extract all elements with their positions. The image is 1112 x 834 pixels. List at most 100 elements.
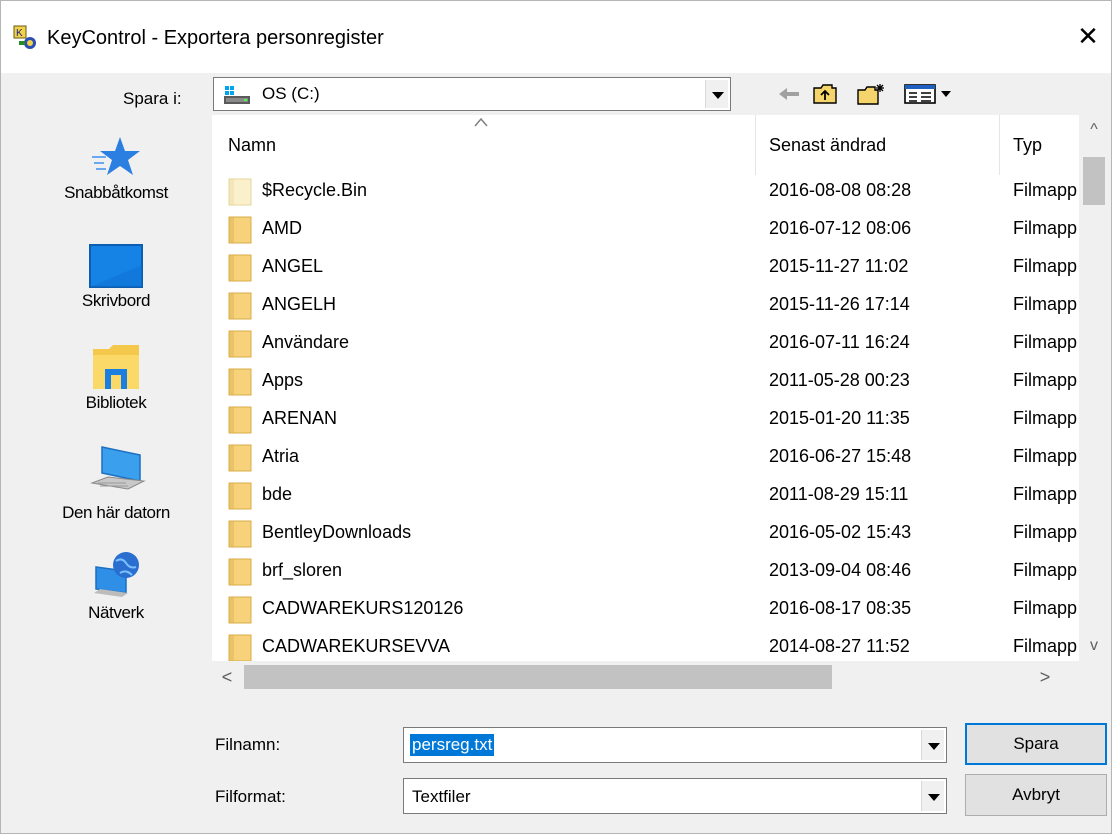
file-name: BentleyDownloads (262, 522, 412, 542)
place-network[interactable]: Nätverk (31, 549, 201, 623)
folder-icon (228, 634, 252, 662)
file-modified: 2014-08-27 11:52 (769, 636, 910, 656)
place-label: Den här datorn (62, 503, 170, 522)
folder-icon (228, 482, 252, 510)
file-modified: 2016-06-27 15:48 (769, 446, 912, 466)
cancel-button[interactable]: Avbryt (965, 774, 1107, 816)
place-label: Snabbåtkomst (64, 183, 168, 202)
save-in-combobox[interactable]: OS (C:) (213, 77, 731, 111)
scroll-left-arrow-icon[interactable]: < (212, 661, 242, 693)
file-modified: 2015-11-27 11:02 (769, 256, 909, 276)
network-icon (94, 552, 139, 597)
file-row[interactable]: bde 2011-08-29 15:11 Filmapp (212, 476, 1077, 514)
up-folder-icon (813, 84, 837, 104)
file-modified: 2011-08-29 15:11 (769, 484, 909, 504)
svg-text:K: K (16, 28, 23, 39)
file-name: brf_sloren (262, 560, 343, 580)
file-row[interactable]: BentleyDownloads 2016-05-02 15:43 Filmapp (212, 514, 1077, 552)
place-quick-access[interactable]: Snabbåtkomst (31, 131, 201, 203)
file-type: Filmapp (1013, 370, 1077, 390)
place-desktop[interactable]: Skrivbord (31, 241, 201, 311)
column-header-name[interactable]: Namn (212, 115, 755, 175)
places-bar: Snabbåtkomst Skrivbord Bibliotek Den här… (31, 123, 201, 663)
file-modified: 2016-08-17 08:35 (769, 598, 912, 618)
file-modified: 2013-09-04 08:46 (769, 560, 912, 580)
column-type-label: Typ (1013, 135, 1043, 155)
chevron-down-icon[interactable] (921, 730, 944, 760)
folder-icon (228, 216, 252, 244)
close-button[interactable]: ✕ (1065, 15, 1111, 59)
file-type: Filmapp (1013, 294, 1077, 314)
file-modified: 2016-08-08 08:28 (769, 180, 912, 200)
file-row[interactable]: ANGELH 2015-11-26 17:14 Filmapp (212, 286, 1077, 324)
fileformat-value: Textfiler (412, 787, 471, 806)
chevron-down-icon[interactable] (705, 80, 728, 108)
view-menu-button[interactable] (899, 81, 959, 107)
place-label: Skrivbord (81, 291, 151, 310)
fileformat-label: Filformat: (215, 787, 286, 806)
file-row[interactable]: $Recycle.Bin 2016-08-08 08:28 Filmapp (212, 172, 1077, 210)
vertical-scrollbar[interactable]: ^ v (1079, 115, 1109, 661)
place-this-pc[interactable]: Den här datorn (31, 441, 201, 523)
file-name: CADWAREKURSEVVA (262, 636, 451, 656)
folder-icon (228, 254, 252, 282)
desktop-icon (89, 244, 143, 288)
up-folder-button[interactable] (809, 81, 841, 107)
computer-icon (90, 446, 146, 490)
scroll-down-arrow-icon[interactable]: v (1079, 631, 1109, 661)
filename-value: persreg.txt (410, 734, 495, 756)
folder-icon (228, 558, 252, 586)
file-row[interactable]: Apps 2011-05-28 00:23 Filmapp (212, 362, 1077, 400)
file-name: $Recycle.Bin (262, 180, 368, 200)
filename-input[interactable]: persreg.txt (403, 727, 947, 763)
star-icon (92, 137, 140, 175)
file-row[interactable]: CADWAREKURS120126 2016-08-17 08:35 Filmapp (212, 590, 1077, 628)
scroll-right-arrow-icon[interactable]: > (1030, 661, 1060, 693)
file-type: Filmapp (1013, 332, 1077, 352)
file-name: ANGEL (262, 256, 324, 276)
save-in-value: OS (C:) (262, 84, 320, 103)
folder-icon (228, 368, 252, 396)
vertical-scroll-thumb[interactable] (1083, 157, 1105, 205)
file-modified: 2016-07-11 16:24 (769, 332, 910, 352)
file-list[interactable]: Namn Senast ändrad Typ $Recycle.Bin 2016-… (212, 115, 1109, 693)
file-name: bde (262, 484, 293, 504)
new-folder-button[interactable] (853, 81, 889, 107)
column-header-modified[interactable]: Senast ändrad (756, 115, 999, 175)
title-bar: K KeyControl - Exportera personregister … (1, 1, 1111, 73)
file-row[interactable]: Atria 2016-06-27 15:48 Filmapp (212, 438, 1077, 476)
column-header-type[interactable]: Typ (1000, 115, 1080, 175)
folder-icon (228, 444, 252, 472)
file-type: Filmapp (1013, 446, 1077, 466)
library-icon (93, 345, 139, 389)
save-button[interactable]: Spara (965, 723, 1107, 765)
column-name-label: Namn (228, 135, 277, 155)
folder-icon (228, 406, 252, 434)
window-title: KeyControl - Exportera personregister (47, 27, 384, 49)
back-arrow-icon (779, 88, 799, 100)
horizontal-scrollbar[interactable]: < > (212, 661, 1109, 693)
keycontrol-app-icon: K (13, 25, 36, 49)
chevron-down-icon[interactable] (921, 781, 944, 811)
folder-icon (228, 330, 252, 358)
file-modified: 2015-11-26 17:14 (769, 294, 910, 314)
folder-icon (228, 596, 252, 624)
fileformat-select[interactable]: Textfiler (403, 778, 947, 814)
scroll-up-arrow-icon[interactable]: ^ (1079, 115, 1109, 145)
file-row[interactable]: AMD 2016-07-12 08:06 Filmapp (212, 210, 1077, 248)
sort-ascending-icon (474, 117, 488, 127)
save-dialog: K KeyControl - Exportera personregister … (0, 0, 1112, 834)
file-type: Filmapp (1013, 256, 1077, 276)
file-row[interactable]: Användare 2016-07-11 16:24 Filmapp (212, 324, 1077, 362)
file-row[interactable]: brf_sloren 2013-09-04 08:46 Filmapp (212, 552, 1077, 590)
back-button[interactable] (773, 81, 805, 107)
horizontal-scroll-thumb[interactable] (244, 665, 832, 689)
file-row[interactable]: ARENAN 2015-01-20 11:35 Filmapp (212, 400, 1077, 438)
file-type: Filmapp (1013, 218, 1077, 238)
file-modified: 2011-05-28 00:23 (769, 370, 910, 390)
file-type: Filmapp (1013, 636, 1077, 656)
place-libraries[interactable]: Bibliotek (31, 341, 201, 413)
file-type: Filmapp (1013, 180, 1077, 200)
file-type: Filmapp (1013, 560, 1077, 580)
file-row[interactable]: ANGEL 2015-11-27 11:02 Filmapp (212, 248, 1077, 286)
